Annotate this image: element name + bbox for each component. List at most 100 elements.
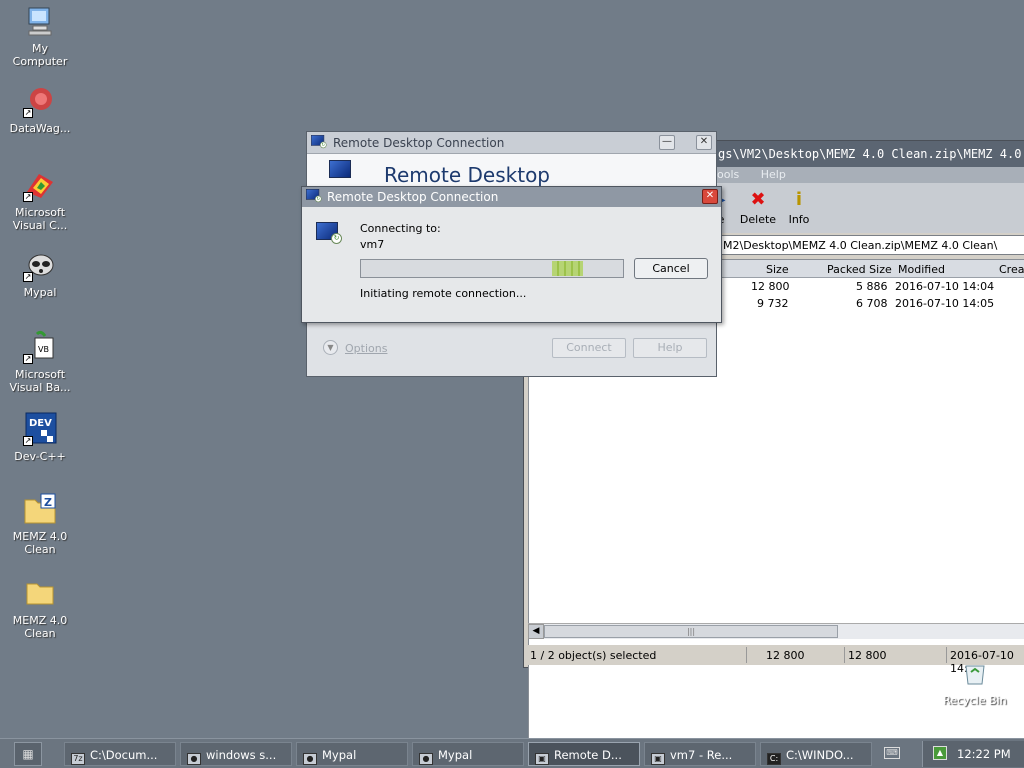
mypal-icon: ● [187,753,201,765]
visual-basic-icon: VB ↗ [23,330,57,364]
taskbar-item-mypal[interactable]: ● Mypal [412,742,524,766]
connecting-dialog[interactable]: ↻ Remote Desktop Connection ✕ ↻ Connecti… [301,186,722,323]
chevron-down-icon[interactable]: ▼ [323,340,338,355]
remote-desktop-logo-icon [329,160,355,182]
remote-desktop-icon: ▣ [651,753,665,765]
taskbar-item-label: C:\Docum... [90,748,158,762]
desktop-icon-mypal[interactable]: ↗ Mypal [2,248,78,299]
desktop-icon-visual-c[interactable]: ↗ Microsoft Visual C... [2,168,78,232]
remote-desktop-titlebar[interactable]: ↻ Remote Desktop Connection — ✕ [307,132,716,154]
status-divider [746,647,747,663]
menu-tools[interactable]: ools [717,168,739,181]
column-size[interactable]: Size [766,263,789,276]
taskbar-item-mypal[interactable]: ● Mypal [296,742,408,766]
scroll-thumb[interactable]: ||| [544,625,838,638]
desktop-icon-visual-basic[interactable]: VB ↗ Microsoft Visual Ba... [2,330,78,394]
taskbar-item-label: windows s... [206,748,277,762]
column-created[interactable]: Creat [999,263,1024,276]
desktop-icon-label: DataWag... [9,122,71,135]
shortcut-arrow-icon: ↗ [23,436,33,446]
connect-button[interactable]: Connect [552,338,626,358]
progress-fill [552,261,583,276]
column-packed-size[interactable]: Packed Size [827,263,892,276]
cell-packed: 6 708 [856,297,888,310]
status-divider [946,647,947,663]
svg-text:VB: VB [38,345,49,354]
taskbar-item-label: Mypal [322,748,357,762]
taskbar-item-7zip[interactable]: 7z C:\Docum... [64,742,176,766]
desktop-icon-label: Mypal [23,286,57,299]
taskbar-item-remote-desktop[interactable]: ▣ Remote D... [528,742,640,766]
desktop-icon-memz-folder[interactable]: MEMZ 4.0 Clean [2,576,78,640]
datawag-icon: ↗ [23,84,57,118]
cell-size: 12 800 [751,280,790,293]
remote-desktop-footer: ▼ Options Connect Help [307,324,716,376]
taskbar-item-console[interactable]: C: C:\WINDO... [760,742,872,766]
desktop-icon-memz-zip[interactable]: Z MEMZ 4.0 Clean [2,492,78,556]
connection-status-text: Initiating remote connection... [360,287,527,300]
7zip-icon: 7z [71,753,85,765]
network-icon[interactable]: ▲ [933,746,947,760]
desktop-icon-label: MEMZ 4.0 Clean [12,530,68,556]
start-menu-icon[interactable]: ▦ [14,742,42,766]
scroll-left-icon[interactable]: ◀ [528,624,544,639]
desktop-icon-devcpp[interactable]: DEV ↗ Dev-C++ [2,412,78,463]
help-button[interactable]: Help [633,338,707,358]
desktop-icon-my-computer[interactable]: My Computer [2,4,78,68]
remote-desktop-icon: ↻ [306,189,322,203]
status-selection: 1 / 2 object(s) selected [530,649,657,662]
connecting-to-label: Connecting to: [360,222,441,235]
cell-size: 9 732 [757,297,789,310]
svg-text:Z: Z [44,496,52,509]
recycle-bin-icon [962,662,988,686]
taskbar-item-label: Mypal [438,748,473,762]
remote-desktop-icon: ▣ [535,753,549,765]
close-icon[interactable]: ✕ [702,189,718,204]
remote-desktop-icon: ↻ [311,135,327,149]
devcpp-icon: DEV ↗ [23,412,57,446]
recycle-bin-label: Recycle Bin [943,694,1007,707]
mypal-icon: ↗ [23,248,57,282]
clock[interactable]: 12:22 PM [957,747,1011,761]
taskbar-item-windows[interactable]: ● windows s... [180,742,292,766]
menu-help[interactable]: Help [761,168,786,181]
delete-button-label: Delete [739,213,777,226]
connection-progress-bar [360,259,624,278]
info-button[interactable]: i Info [784,189,814,226]
status-divider [844,647,845,663]
system-tray: ▲ 12:22 PM [922,741,1024,767]
desktop-icon-recycle-bin[interactable]: Recycle Bin [938,662,1012,707]
mypal-icon: ● [419,753,433,765]
options-link[interactable]: Options [345,342,387,355]
desktop-icon-label: Microsoft Visual C... [12,206,68,232]
keyboard-icon[interactable]: ⌨ [884,747,900,759]
zip-folder-icon: Z [23,492,57,526]
close-icon[interactable]: ✕ [696,135,712,150]
banner-title: Remote Desktop [384,163,551,187]
remote-desktop-banner: Remote Desktop [307,154,716,188]
delete-button[interactable]: ✖ Delete [738,189,778,226]
desktop-icon-label: Dev-C++ [14,450,66,463]
info-button-label: Info [788,213,810,226]
horizontal-scrollbar[interactable]: ◀ ||| [528,623,1024,639]
shortcut-arrow-icon: ↗ [23,354,33,364]
minimize-icon[interactable]: — [659,135,675,150]
desktop-icon-datawag[interactable]: ↗ DataWag... [2,84,78,135]
taskbar-item-label: Remote D... [554,748,622,762]
status-packed: 12 800 [848,649,887,662]
mypal-icon: ● [303,753,317,765]
column-modified[interactable]: Modified [898,263,945,276]
taskbar-item-vm7[interactable]: ▣ vm7 - Re... [644,742,756,766]
status-size: 12 800 [766,649,805,662]
desktop-icon-label: MEMZ 4.0 Clean [12,614,68,640]
delete-x-icon: ✖ [750,189,766,210]
connecting-dialog-titlebar[interactable]: ↻ Remote Desktop Connection ✕ [302,187,721,207]
remote-desktop-title: Remote Desktop Connection [333,136,505,150]
desktop-icon-label: Microsoft Visual Ba... [9,368,71,394]
shortcut-arrow-icon: ↗ [23,108,33,118]
shortcut-arrow-icon: ↗ [23,272,33,282]
cancel-button[interactable]: Cancel [634,258,708,279]
devcpp-badge-text: DEV [29,418,52,429]
connecting-dialog-title: Remote Desktop Connection [327,190,499,204]
folder-icon [23,576,57,610]
